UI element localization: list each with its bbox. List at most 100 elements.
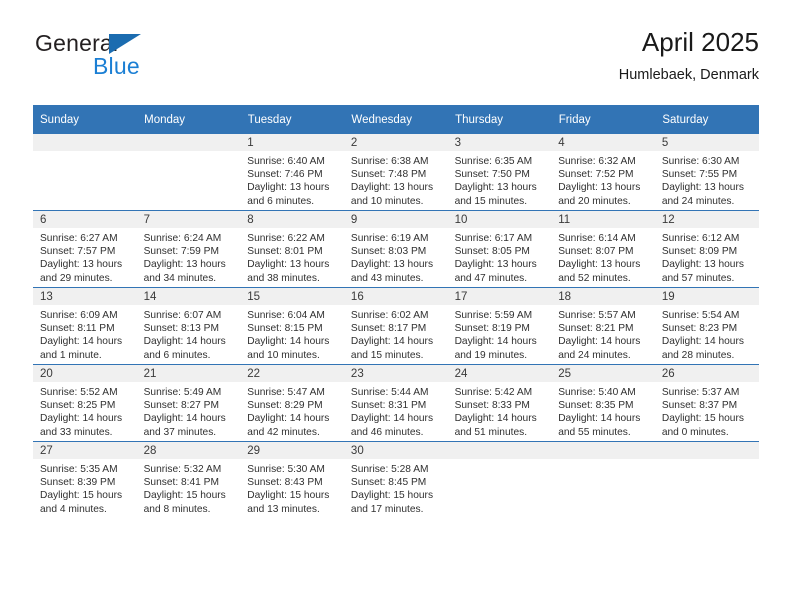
day-number: 9 xyxy=(343,211,448,228)
calendar-day-cell[interactable]: 25 Sunrise: 5:40 AM Sunset: 8:35 PM Dayligh… xyxy=(551,364,655,442)
calendar-day-cell[interactable]: 1 Sunrise: 6:40 AM Sunset: 7:46 PM Daylight… xyxy=(240,134,344,211)
calendar-day-cell[interactable]: 3 Sunrise: 6:35 AM Sunset: 7:50 PM Daylight… xyxy=(447,134,552,211)
day-detail-sunrise: Sunrise: 6:22 AM xyxy=(247,233,325,244)
day-details: Sunrise: 6:12 AM Sunset: 8:09 PM Daylight:… xyxy=(655,228,759,285)
day-details xyxy=(137,151,241,155)
day-details xyxy=(655,459,759,463)
day-detail-daylight-line1: Daylight: 14 hours xyxy=(40,336,123,348)
calendar-day-cell[interactable]: 8 Sunrise: 6:22 AM Sunset: 8:01 PM Daylight… xyxy=(240,210,344,288)
day-detail-sunset: Sunset: 8:45 PM xyxy=(350,477,427,489)
day-detail-daylight-line1: Daylight: 13 hours xyxy=(350,259,434,271)
calendar-day-cell[interactable]: 14 Sunrise: 6:07 AM Sunset: 8:13 PM Dayligh… xyxy=(136,287,241,365)
day-details: Sunrise: 6:14 AM Sunset: 8:07 PM Daylight:… xyxy=(551,228,655,285)
day-detail-daylight-line2: and 57 minutes. xyxy=(661,272,735,284)
calendar-day-cell[interactable]: 7 Sunrise: 6:24 AM Sunset: 7:59 PM Daylight… xyxy=(136,210,241,288)
day-detail-daylight-line2: and 33 minutes. xyxy=(40,426,113,438)
day-detail-sunrise: Sunrise: 5:44 AM xyxy=(350,387,429,398)
day-detail-sunrise: Sunrise: 6:30 AM xyxy=(661,156,740,167)
day-detail-sunset: Sunset: 8:21 PM xyxy=(558,323,634,335)
day-cell-inner xyxy=(33,134,137,210)
calendar-day-cell[interactable]: 27 Sunrise: 5:35 AM Sunset: 8:39 PM Dayligh… xyxy=(33,441,137,518)
day-cell-inner: 30 Sunrise: 5:28 AM Sunset: 8:45 PM Dayligh… xyxy=(343,442,448,518)
day-number: 13 xyxy=(33,288,137,305)
day-details: Sunrise: 5:52 AM Sunset: 8:25 PM Daylight:… xyxy=(33,382,137,439)
day-detail-sunrise: Sunrise: 6:38 AM xyxy=(350,156,429,167)
day-number: 25 xyxy=(551,365,655,382)
day-cell-inner: 22 Sunrise: 5:47 AM Sunset: 8:29 PM Dayligh… xyxy=(240,365,344,441)
calendar-day-cell[interactable]: 16 Sunrise: 6:02 AM Sunset: 8:17 PM Dayligh… xyxy=(343,287,448,365)
calendar-day-cell[interactable]: 26 Sunrise: 5:37 AM Sunset: 8:37 PM Dayligh… xyxy=(654,364,759,442)
day-cell-inner: 21 Sunrise: 5:49 AM Sunset: 8:27 PM Dayligh… xyxy=(136,365,241,441)
calendar-day-cell[interactable]: 4 Sunrise: 6:32 AM Sunset: 7:52 PM Daylight… xyxy=(551,134,655,211)
day-detail-sunset: Sunset: 8:15 PM xyxy=(247,323,323,335)
day-detail-sunrise: Sunrise: 5:42 AM xyxy=(454,387,533,398)
day-number: 5 xyxy=(654,134,759,151)
day-details: Sunrise: 6:22 AM Sunset: 8:01 PM Daylight:… xyxy=(240,228,344,285)
calendar-day-cell[interactable]: 19 Sunrise: 5:54 AM Sunset: 8:23 PM Dayligh… xyxy=(654,287,759,365)
day-detail-daylight-line2: and 1 minute. xyxy=(40,349,102,361)
day-detail-daylight-line1: Daylight: 14 hours xyxy=(454,413,537,425)
day-number: 10 xyxy=(447,211,552,228)
calendar-day-cell[interactable]: 15 Sunrise: 6:04 AM Sunset: 8:15 PM Dayligh… xyxy=(240,287,344,365)
day-detail-sunrise: Sunrise: 6:09 AM xyxy=(40,310,118,321)
day-cell-inner: 14 Sunrise: 6:07 AM Sunset: 8:13 PM Dayligh… xyxy=(136,288,241,364)
calendar-day-cell[interactable]: 24 Sunrise: 5:42 AM Sunset: 8:33 PM Dayligh… xyxy=(447,364,552,442)
day-detail-sunrise: Sunrise: 5:32 AM xyxy=(143,464,222,475)
calendar-day-cell[interactable]: 11 Sunrise: 6:14 AM Sunset: 8:07 PM Dayligh… xyxy=(551,210,655,288)
day-detail-daylight-line2: and 52 minutes. xyxy=(558,272,631,284)
day-cell-inner xyxy=(654,442,759,518)
day-detail-daylight-line2: and 19 minutes. xyxy=(454,349,528,361)
brand-logo[interactable]: General Blue xyxy=(33,28,253,88)
triangle-logo-icon xyxy=(109,34,141,54)
day-number xyxy=(551,442,655,459)
weekday-header-wednesday: Wednesday xyxy=(343,105,449,134)
day-number: 21 xyxy=(136,365,241,382)
day-number: 27 xyxy=(33,442,137,459)
calendar-day-cell[interactable]: 6 Sunrise: 6:27 AM Sunset: 7:57 PM Daylight… xyxy=(33,210,137,288)
calendar-day-cell[interactable]: 28 Sunrise: 5:32 AM Sunset: 8:41 PM Dayligh… xyxy=(136,441,241,518)
calendar-day-cell[interactable]: 23 Sunrise: 5:44 AM Sunset: 8:31 PM Dayligh… xyxy=(343,364,448,442)
day-detail-daylight-line2: and 38 minutes. xyxy=(247,272,320,284)
day-detail-daylight-line1: Daylight: 14 hours xyxy=(661,336,744,348)
day-number: 15 xyxy=(240,288,344,305)
day-detail-sunset: Sunset: 8:19 PM xyxy=(454,323,530,335)
day-details xyxy=(33,151,137,155)
calendar-day-cell[interactable]: 30 Sunrise: 5:28 AM Sunset: 8:45 PM Dayligh… xyxy=(343,441,448,518)
day-detail-sunrise: Sunrise: 5:57 AM xyxy=(558,310,636,321)
calendar-day-cell[interactable]: 20 Sunrise: 5:52 AM Sunset: 8:25 PM Dayligh… xyxy=(33,364,137,442)
day-detail-daylight-line2: and 20 minutes. xyxy=(558,195,631,207)
day-number: 14 xyxy=(136,288,241,305)
day-detail-sunrise: Sunrise: 6:32 AM xyxy=(558,156,636,167)
day-number xyxy=(447,442,552,459)
calendar-day-cell[interactable]: 13 Sunrise: 6:09 AM Sunset: 8:11 PM Dayligh… xyxy=(33,287,137,365)
day-detail-daylight-line2: and 10 minutes. xyxy=(350,195,424,207)
day-details: Sunrise: 6:38 AM Sunset: 7:48 PM Daylight:… xyxy=(344,151,448,208)
day-detail-sunset: Sunset: 8:39 PM xyxy=(40,477,116,489)
calendar-day-cell[interactable]: 29 Sunrise: 5:30 AM Sunset: 8:43 PM Dayligh… xyxy=(240,441,344,518)
calendar-day-cell[interactable]: 21 Sunrise: 5:49 AM Sunset: 8:27 PM Dayligh… xyxy=(136,364,241,442)
calendar-day-cell[interactable]: 17 Sunrise: 5:59 AM Sunset: 8:19 PM Dayligh… xyxy=(447,287,552,365)
calendar-day-cell[interactable]: 12 Sunrise: 6:12 AM Sunset: 8:09 PM Dayligh… xyxy=(654,210,759,288)
calendar-day-cell[interactable]: 5 Sunrise: 6:30 AM Sunset: 7:55 PM Daylight… xyxy=(654,134,759,211)
calendar-day-cell[interactable]: 22 Sunrise: 5:47 AM Sunset: 8:29 PM Dayligh… xyxy=(240,364,344,442)
day-details: Sunrise: 6:07 AM Sunset: 8:13 PM Daylight:… xyxy=(137,305,241,362)
calendar-day-cell[interactable]: 2 Sunrise: 6:38 AM Sunset: 7:48 PM Daylight… xyxy=(343,134,448,211)
day-detail-daylight-line1: Daylight: 14 hours xyxy=(247,413,330,425)
day-details: Sunrise: 5:42 AM Sunset: 8:33 PM Daylight:… xyxy=(448,382,552,439)
day-detail-daylight-line1: Daylight: 13 hours xyxy=(558,182,641,194)
day-detail-daylight-line2: and 34 minutes. xyxy=(143,272,217,284)
day-detail-daylight-line2: and 8 minutes. xyxy=(143,503,211,515)
day-cell-inner xyxy=(136,134,241,210)
day-number: 29 xyxy=(240,442,344,459)
day-detail-sunrise: Sunrise: 5:47 AM xyxy=(247,387,325,398)
day-detail-sunset: Sunset: 8:35 PM xyxy=(558,400,634,412)
day-detail-sunset: Sunset: 8:25 PM xyxy=(40,400,116,412)
day-cell-inner: 4 Sunrise: 6:32 AM Sunset: 7:52 PM Daylight… xyxy=(551,134,655,210)
day-detail-sunset: Sunset: 8:33 PM xyxy=(454,400,530,412)
calendar-day-cell[interactable]: 10 Sunrise: 6:17 AM Sunset: 8:05 PM Dayligh… xyxy=(447,210,552,288)
calendar-day-cell[interactable]: 9 Sunrise: 6:19 AM Sunset: 8:03 PM Daylight… xyxy=(343,210,448,288)
calendar-day-cell[interactable]: 18 Sunrise: 5:57 AM Sunset: 8:21 PM Dayligh… xyxy=(551,287,655,365)
day-cell-inner: 27 Sunrise: 5:35 AM Sunset: 8:39 PM Dayligh… xyxy=(33,442,137,518)
day-detail-daylight-line1: Daylight: 13 hours xyxy=(661,182,744,194)
day-detail-sunset: Sunset: 8:07 PM xyxy=(558,246,634,258)
